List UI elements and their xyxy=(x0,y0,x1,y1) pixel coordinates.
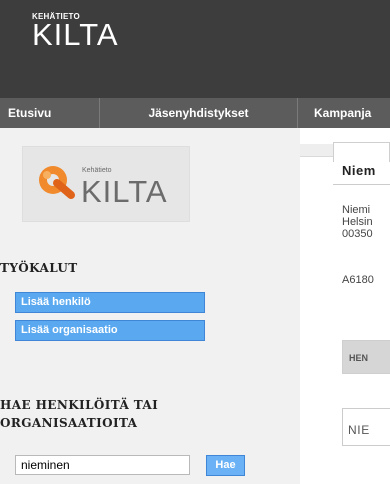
search-button[interactable]: Hae xyxy=(206,455,245,476)
nav-item-kampanja[interactable]: Kampanja xyxy=(298,98,385,128)
address-line-1: Niemi xyxy=(342,204,371,216)
sidebar: Kehätieto KILTA TYÖKALUT Lisää henkilö L… xyxy=(0,128,300,484)
add-person-button[interactable]: Lisää henkilö xyxy=(15,292,205,313)
search-heading-line1: HAE HENKILÖITÄ TAI xyxy=(0,398,159,412)
brand-title: KILTA xyxy=(32,17,119,52)
main-content: Niem Niemi Helsin 00350 A6180 HEN NIE xyxy=(300,128,390,484)
search-input[interactable] xyxy=(15,455,190,475)
site-header: KEHÄTIETO KILTA xyxy=(0,0,390,98)
result-item-label: NIE xyxy=(348,423,370,437)
add-organization-button[interactable]: Lisää organisaatio xyxy=(15,320,205,341)
tab-divider xyxy=(333,184,390,185)
main-nav: Etusivu Jäsenyhdistykset Kampanja xyxy=(0,98,390,128)
record-code: A6180 xyxy=(342,274,374,286)
address-line-3: 00350 xyxy=(342,228,373,240)
tab-nieminen-label: Niem xyxy=(342,163,376,178)
address-block: Niemi Helsin 00350 xyxy=(342,204,373,240)
kilta-logo-icon xyxy=(39,166,75,199)
nav-item-etusivu[interactable]: Etusivu xyxy=(0,98,100,128)
logo-title: KILTA xyxy=(81,174,168,209)
address-line-2: Helsin xyxy=(342,216,373,228)
kilta-logo: Kehätieto KILTA xyxy=(22,146,190,222)
search-heading-line2: ORGANISAATIOITA xyxy=(0,416,138,430)
tools-heading: TYÖKALUT xyxy=(0,261,78,275)
nav-item-jasenyhdistykset[interactable]: Jäsenyhdistykset xyxy=(100,98,298,128)
search-heading: HAE HENKILÖITÄ TAI ORGANISAATIOITA xyxy=(0,396,158,432)
brand-logo[interactable]: KEHÄTIETO KILTA xyxy=(32,12,119,52)
logo-small-text: Kehätieto xyxy=(82,167,112,174)
tab-nieminen[interactable] xyxy=(333,142,390,162)
persons-button-label: HEN xyxy=(349,353,369,363)
